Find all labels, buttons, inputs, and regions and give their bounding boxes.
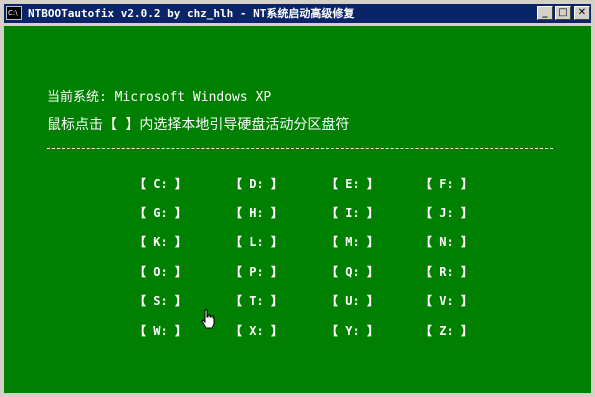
drive-button[interactable]: 【 W: 】	[134, 322, 187, 339]
drive-button[interactable]: 【 D: 】	[230, 175, 283, 192]
drive-button[interactable]: 【 K: 】	[134, 233, 187, 250]
instruction-line: 鼠标点击【 】内选择本地引导硬盘活动分区盘符	[47, 117, 350, 133]
console-icon[interactable]: C:\	[6, 6, 22, 20]
drive-button[interactable]: 【 U: 】	[326, 292, 379, 309]
window-title: NTBOOTautofix v2.0.2 by chz_hlh - NT系统启动…	[28, 7, 355, 20]
current-system-line: 当前系统: Microsoft Windows XP	[47, 90, 272, 105]
drive-button[interactable]: 【 N: 】	[420, 233, 473, 250]
drive-button[interactable]: 【 C: 】	[134, 175, 187, 192]
drive-button[interactable]: 【 G: 】	[134, 204, 187, 221]
app-window: C:\ NTBOOTautofix v2.0.2 by chz_hlh - NT…	[0, 0, 595, 397]
drive-button[interactable]: 【 Y: 】	[326, 322, 379, 339]
drive-button[interactable]: 【 H: 】	[230, 204, 283, 221]
console-area: 当前系统: Microsoft Windows XP 鼠标点击【 】内选择本地引…	[4, 26, 591, 393]
drive-button[interactable]: 【 I: 】	[326, 204, 379, 221]
drive-button[interactable]: 【 T: 】	[230, 292, 283, 309]
drive-button[interactable]: 【 V: 】	[420, 292, 473, 309]
drive-button[interactable]: 【 L: 】	[230, 233, 283, 250]
maximize-button[interactable]: □	[555, 6, 571, 20]
drive-button[interactable]: 【 M: 】	[326, 233, 379, 250]
drive-button[interactable]: 【 E: 】	[326, 175, 379, 192]
drive-button[interactable]: 【 P: 】	[230, 263, 283, 280]
separator-line	[47, 148, 553, 149]
hand-cursor-icon	[201, 309, 215, 329]
drive-button[interactable]: 【 Q: 】	[326, 263, 379, 280]
title-bar[interactable]: C:\ NTBOOTautofix v2.0.2 by chz_hlh - NT…	[4, 4, 591, 23]
drive-button[interactable]: 【 Z: 】	[420, 322, 473, 339]
drive-button[interactable]: 【 J: 】	[420, 204, 473, 221]
drive-button[interactable]: 【 X: 】	[230, 322, 283, 339]
drive-button[interactable]: 【 R: 】	[420, 263, 473, 280]
minimize-button[interactable]: _	[537, 6, 553, 20]
close-button[interactable]: ✕	[574, 6, 590, 20]
drive-button[interactable]: 【 S: 】	[134, 292, 187, 309]
drive-button[interactable]: 【 F: 】	[420, 175, 473, 192]
drive-button[interactable]: 【 O: 】	[134, 263, 187, 280]
